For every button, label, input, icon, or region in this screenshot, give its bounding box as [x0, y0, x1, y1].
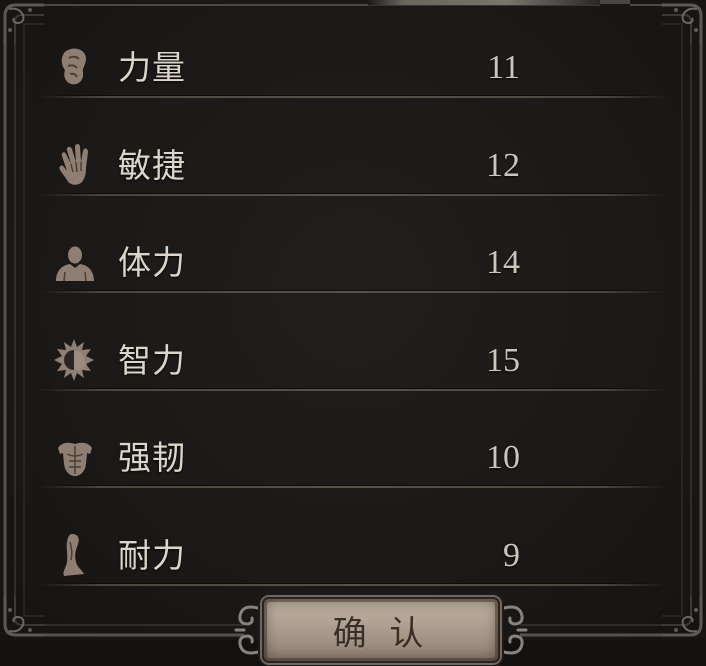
- row-divider: [40, 583, 665, 586]
- attribute-label: 体力: [118, 243, 186, 283]
- row-divider: [40, 192, 665, 196]
- attribute-row-intelligence: 智力 15: [0, 295, 706, 392]
- attribute-label: 力量: [118, 48, 186, 87]
- row-divider: [40, 485, 665, 489]
- attribute-value: 14: [486, 244, 520, 282]
- endurance-icon: [52, 532, 98, 578]
- row-divider: [40, 95, 665, 98]
- dexterity-icon: [52, 142, 98, 188]
- attribute-value: 9: [503, 537, 520, 574]
- attribute-label: 强韧: [118, 438, 186, 478]
- confirm-button-label: 确 认: [332, 613, 430, 654]
- toughness-icon: [52, 434, 98, 480]
- attribute-value: 11: [487, 49, 520, 86]
- attribute-label: 敏捷: [118, 145, 186, 185]
- confirm-button[interactable]: 确 认: [262, 597, 500, 663]
- attribute-row-dexterity: 敏捷 12: [0, 100, 706, 197]
- attribute-value: 10: [486, 439, 520, 477]
- constitution-icon: [52, 239, 98, 285]
- attribute-value: 12: [486, 146, 520, 184]
- attribute-label: 智力: [118, 340, 186, 380]
- strength-icon: [52, 44, 98, 90]
- intelligence-icon: [52, 337, 98, 383]
- attribute-row-endurance: 耐力 9: [0, 490, 706, 587]
- row-divider: [40, 387, 665, 391]
- attribute-row-strength: 力量 11: [0, 2, 706, 99]
- row-divider: [40, 290, 665, 294]
- attribute-row-constitution: 体力 14: [0, 197, 706, 294]
- attribute-value: 15: [486, 341, 520, 379]
- attribute-row-toughness: 强韧 10: [0, 392, 706, 489]
- attribute-label: 耐力: [118, 536, 186, 575]
